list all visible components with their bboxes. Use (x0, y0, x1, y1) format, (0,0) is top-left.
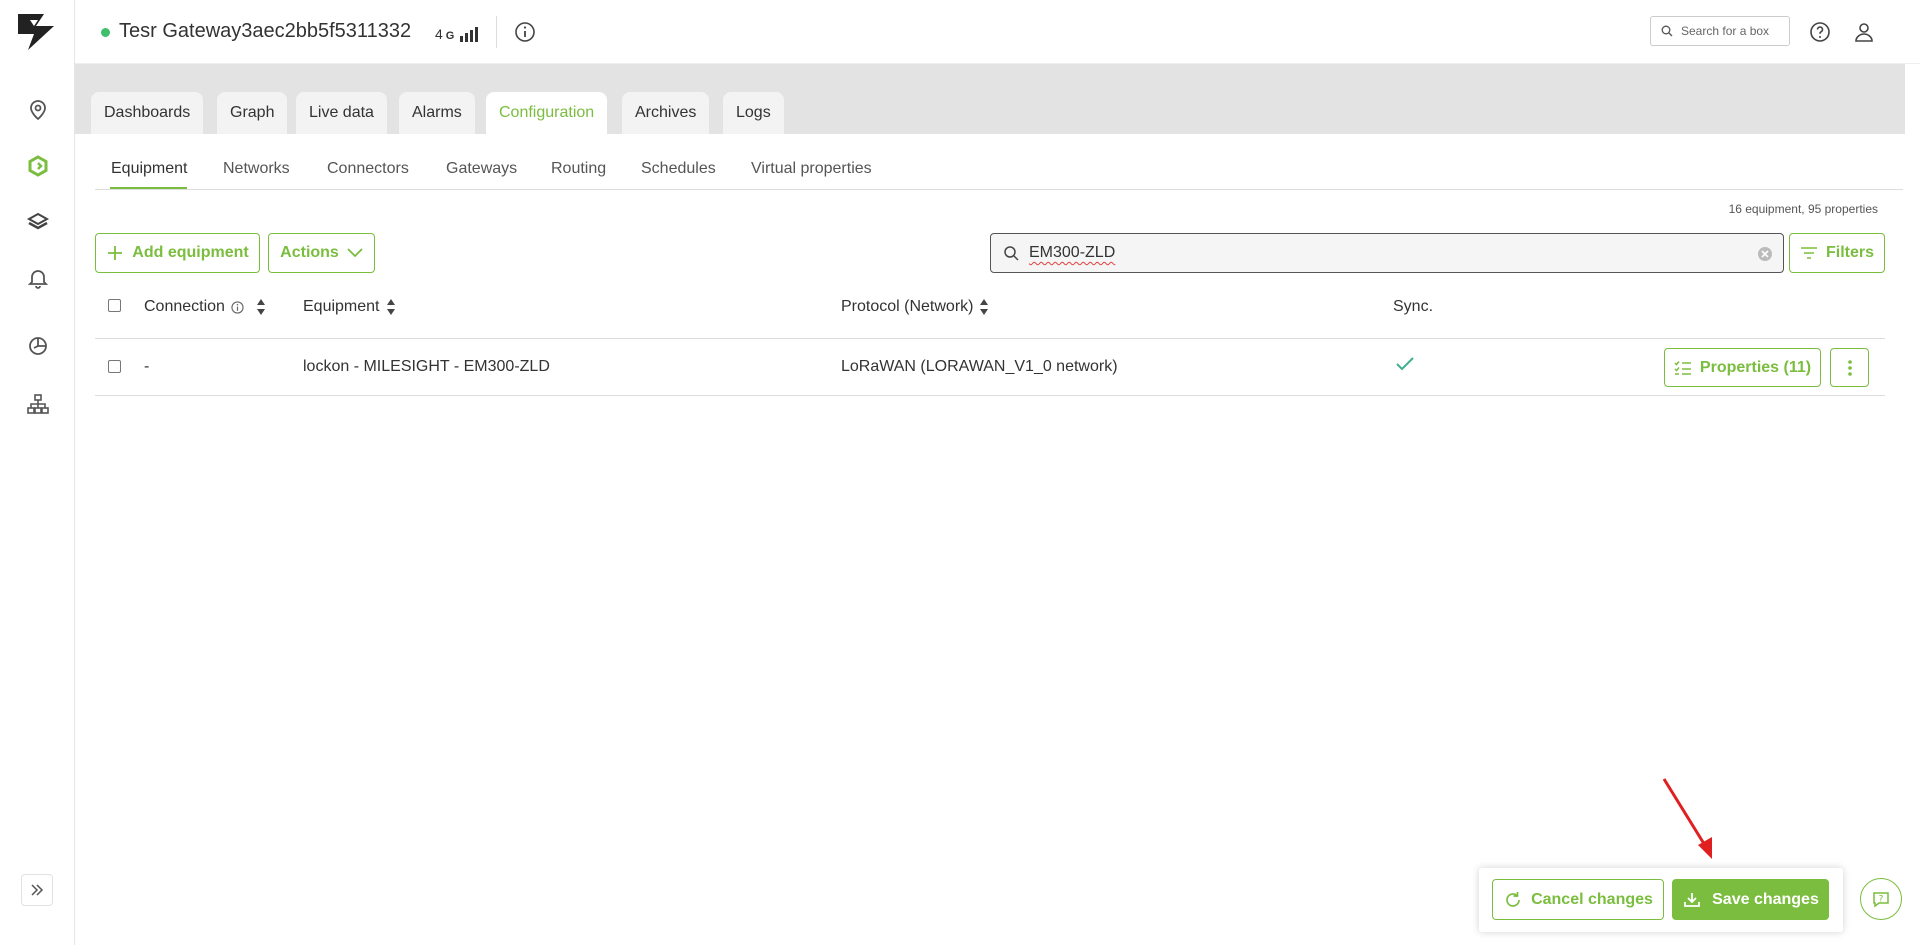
tab-alarms[interactable]: Alarms (399, 92, 475, 134)
tab-archives[interactable]: Archives (622, 92, 710, 134)
properties-label: Properties (11) (1699, 358, 1812, 376)
info-icon (231, 300, 244, 314)
signal-bars-icon (460, 26, 479, 42)
subtab-routing[interactable]: Routing (551, 160, 606, 178)
filters-label: Filters (1825, 244, 1874, 261)
network-tree-icon[interactable] (24, 390, 52, 418)
add-equipment-button[interactable]: Add equipment (95, 233, 260, 273)
box-title: Tesr Gateway3aec2bb5f5311332 (119, 20, 412, 42)
tab-logs[interactable]: Logs (723, 92, 784, 134)
chevron-down-icon (347, 248, 363, 258)
sidebar (0, 0, 75, 945)
main-tab-bar: Dashboards Graph Live data Alarms Config… (75, 64, 1905, 134)
info-icon[interactable] (513, 20, 537, 44)
column-equipment[interactable]: Equipment (303, 298, 396, 316)
add-equipment-label: Add equipment (132, 244, 249, 261)
search-icon (1004, 246, 1019, 261)
dashboard-icon[interactable] (24, 332, 52, 360)
column-protocol[interactable]: Protocol (Network) (841, 298, 989, 316)
download-icon (1684, 892, 1701, 907)
more-vertical-icon (1847, 359, 1852, 376)
column-sync-label: Sync. (1393, 298, 1434, 315)
search-placeholder: Search for a box (1681, 24, 1770, 38)
network-type-label: 4 (435, 26, 443, 42)
location-icon[interactable] (24, 96, 52, 124)
support-chat-button[interactable]: ? (1860, 878, 1902, 920)
subtab-connectors[interactable]: Connectors (327, 160, 409, 178)
user-icon[interactable] (1852, 20, 1876, 44)
actions-label: Actions (280, 244, 339, 261)
subtab-schedules[interactable]: Schedules (641, 160, 716, 178)
svg-text:?: ? (1879, 895, 1884, 905)
tab-graph[interactable]: Graph (217, 92, 288, 134)
annotation-arrow (1662, 778, 1712, 859)
row-more-button[interactable] (1830, 348, 1869, 387)
cell-connection: - (144, 358, 150, 375)
help-icon[interactable] (1808, 20, 1832, 44)
search-value: EM300-ZLD (1029, 244, 1116, 261)
select-all-checkbox[interactable] (108, 299, 121, 312)
column-connection[interactable]: Connection (144, 298, 266, 316)
layers-icon[interactable] (24, 208, 52, 236)
subtab-equipment[interactable]: Equipment (111, 160, 188, 178)
equipment-count: 16 equipment, 95 properties (1728, 202, 1878, 216)
top-bar: Tesr Gateway3aec2bb5f5311332 4G Search f… (75, 0, 1920, 64)
column-connection-label: Connection (144, 298, 225, 315)
sub-tab-bar: Equipment Networks Connectors Gateways R… (95, 134, 1903, 190)
table-header: Connection Equipment Protocol (Network) … (95, 284, 1885, 339)
table-row[interactable]: - lockon - MILESIGHT - EM300-ZLD LoRaWAN… (95, 339, 1885, 396)
refresh-icon (1506, 891, 1520, 907)
search-icon (1661, 25, 1673, 37)
tab-configuration[interactable]: Configuration (486, 92, 608, 134)
check-icon (1396, 357, 1414, 371)
cell-equipment[interactable]: lockon - MILESIGHT - EM300-ZLD (303, 358, 550, 376)
active-subtab-indicator (110, 187, 187, 189)
tab-live-data[interactable]: Live data (296, 92, 387, 134)
network-indicator: 4G (435, 26, 479, 42)
column-protocol-label: Protocol (Network) (841, 298, 974, 315)
column-equipment-label: Equipment (303, 298, 380, 315)
sort-icon[interactable] (256, 298, 266, 316)
status-indicator (101, 28, 110, 37)
sort-icon[interactable] (386, 298, 396, 316)
actions-dropdown[interactable]: Actions (268, 233, 375, 273)
subtab-virtual-properties[interactable]: Virtual properties (751, 160, 872, 178)
filter-icon (1800, 247, 1817, 259)
bell-icon[interactable] (24, 264, 52, 292)
network-type-sub: G (445, 30, 455, 42)
sidebar-expand-button[interactable] (21, 874, 53, 906)
subtab-gateways[interactable]: Gateways (446, 160, 517, 178)
divider (496, 16, 497, 48)
equipment-config-icon[interactable] (24, 152, 52, 180)
box-search-input[interactable]: Search for a box (1650, 16, 1790, 46)
equipment-search-input[interactable]: EM300-ZLD (990, 233, 1784, 273)
chat-help-icon: ? (1873, 892, 1889, 908)
row-checkbox[interactable] (108, 360, 121, 373)
clear-search-icon[interactable] (1757, 246, 1773, 262)
cancel-changes-button[interactable]: Cancel changes (1492, 879, 1664, 920)
list-check-icon (1674, 360, 1691, 375)
tab-dashboards[interactable]: Dashboards (91, 92, 204, 134)
save-changes-button[interactable]: Save changes (1672, 879, 1829, 920)
expand-icon (31, 884, 44, 896)
plus-icon (108, 246, 123, 260)
filters-button[interactable]: Filters (1789, 233, 1885, 273)
properties-button[interactable]: Properties (11) (1664, 348, 1821, 387)
app-logo[interactable] (14, 10, 60, 54)
cell-protocol: LoRaWAN (LORAWAN_V1_0 network) (841, 358, 1118, 375)
column-sync: Sync. (1393, 298, 1433, 316)
sort-icon[interactable] (979, 298, 989, 316)
save-changes-label: Save changes (1712, 890, 1819, 908)
cancel-changes-label: Cancel changes (1531, 890, 1653, 908)
subtab-networks[interactable]: Networks (223, 160, 290, 178)
